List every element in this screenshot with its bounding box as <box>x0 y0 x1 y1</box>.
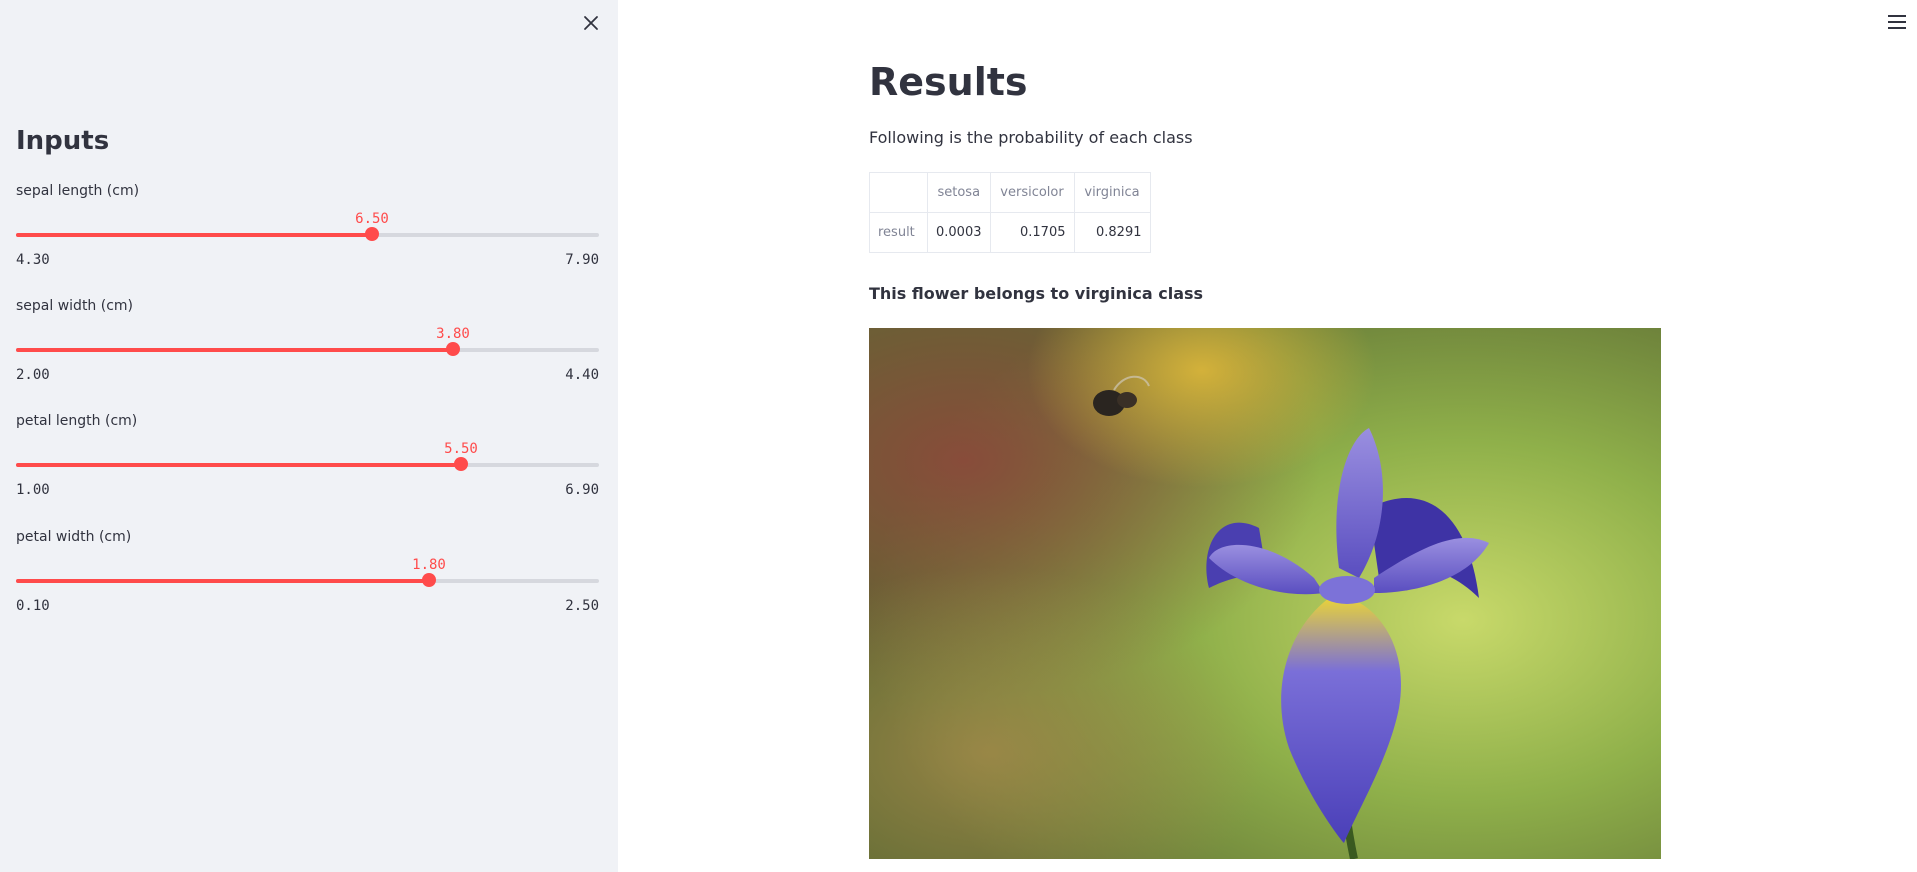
slider-max-value: 6.90 <box>565 482 599 498</box>
slider-current-value: 1.80 <box>412 557 446 573</box>
slider-track[interactable] <box>16 457 599 471</box>
slider-track[interactable] <box>16 573 599 587</box>
slider-label: petal length (cm) <box>16 413 138 429</box>
cell-setosa: 0.0003 <box>927 212 991 253</box>
slider-track[interactable] <box>16 342 599 356</box>
results-description: Following is the probability of each cla… <box>869 128 1193 147</box>
slider-sepal-width: sepal width (cm) 3.80 2.00 4.40 <box>16 298 599 408</box>
slider-label: sepal length (cm) <box>16 183 140 199</box>
app: Inputs sepal length (cm) 6.50 4.30 7.90 … <box>0 0 1917 872</box>
slider-current-value: 3.80 <box>436 326 470 342</box>
slider-label: sepal width (cm) <box>16 298 134 314</box>
row-header-result: result <box>869 212 928 253</box>
slider-fill <box>16 579 429 583</box>
slider-thumb[interactable] <box>422 573 436 587</box>
slider-min-value: 2.00 <box>16 367 50 383</box>
iris-flower-image <box>869 328 1661 859</box>
slider-min-value: 1.00 <box>16 482 50 498</box>
slider-fill <box>16 348 453 352</box>
slider-current-value: 6.50 <box>355 211 389 227</box>
table-row: result 0.0003 0.1705 0.8291 <box>869 212 1151 253</box>
sidebar-title: Inputs <box>16 126 110 156</box>
slider-sepal-length: sepal length (cm) 6.50 4.30 7.90 <box>16 183 599 293</box>
cell-virginica: 0.8291 <box>1073 212 1151 253</box>
slider-max-value: 7.90 <box>565 252 599 268</box>
prediction-text: This flower belongs to virginica class <box>869 284 1204 303</box>
table-corner-cell <box>869 172 928 213</box>
slider-min-value: 4.30 <box>16 252 50 268</box>
slider-min-value: 0.10 <box>16 598 50 614</box>
slider-fill <box>16 233 372 237</box>
page-title: Results <box>869 60 1028 104</box>
column-header-versicolor: versicolor <box>989 172 1075 213</box>
main-menu-button[interactable] <box>1885 12 1909 32</box>
probability-table: setosa versicolor virginica result 0.000… <box>869 172 1151 253</box>
column-header-virginica: virginica <box>1073 172 1151 213</box>
slider-fill <box>16 463 461 467</box>
slider-petal-length: petal length (cm) 5.50 1.00 6.90 <box>16 413 599 523</box>
hamburger-menu-icon <box>1888 15 1906 29</box>
main-area: Results Following is the probability of … <box>618 0 1917 872</box>
close-sidebar-button[interactable] <box>578 10 604 36</box>
slider-current-value: 5.50 <box>444 441 478 457</box>
slider-thumb[interactable] <box>365 227 379 241</box>
slider-petal-width: petal width (cm) 1.80 0.10 2.50 <box>16 529 599 639</box>
slider-thumb[interactable] <box>446 342 460 356</box>
slider-track[interactable] <box>16 227 599 241</box>
slider-max-value: 2.50 <box>565 598 599 614</box>
cell-versicolor: 0.1705 <box>989 212 1075 253</box>
slider-thumb[interactable] <box>454 457 468 471</box>
column-header-setosa: setosa <box>927 172 991 213</box>
close-icon <box>584 16 598 30</box>
sidebar: Inputs sepal length (cm) 6.50 4.30 7.90 … <box>0 0 618 872</box>
slider-max-value: 4.40 <box>565 367 599 383</box>
table-header-row: setosa versicolor virginica <box>869 172 1151 213</box>
slider-label: petal width (cm) <box>16 529 132 545</box>
